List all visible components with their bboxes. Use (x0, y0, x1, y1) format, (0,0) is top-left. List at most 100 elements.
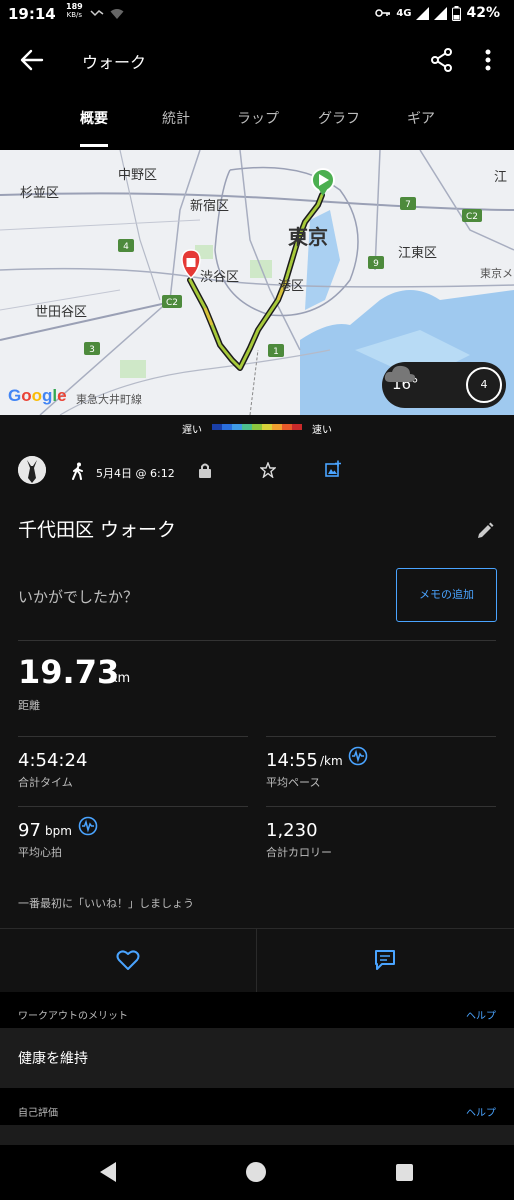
avg-hr-label: 平均心拍 (18, 846, 62, 859)
route-badge-c2: C2 (162, 295, 182, 308)
app-bar: ウォーク (0, 30, 514, 90)
map-label-tokyo: 東京 (288, 225, 328, 249)
route-badge-7: 7 (400, 197, 416, 210)
tab-active-indicator (80, 144, 108, 147)
more-vert-icon[interactable] (478, 46, 498, 74)
benefit-value: 健康を維持 (18, 1051, 88, 1067)
divider (266, 736, 496, 737)
legend-swatch (272, 424, 282, 430)
tab-gear[interactable]: ギア (407, 108, 435, 128)
legend-swatch (262, 424, 272, 430)
wind-gauge: 4 (466, 367, 502, 403)
page-title: ウォーク (82, 53, 147, 72)
self-eval-help-link[interactable]: ヘルプ (466, 1104, 496, 1119)
share-icon[interactable] (428, 46, 456, 74)
section-header-benefit: ワークアウトのメリット ヘルプ (0, 992, 514, 1028)
legend-slow-label: 遅い (182, 425, 202, 436)
map-label-shibuya: 渋谷区 (200, 270, 240, 285)
legend-color-bar (212, 424, 302, 430)
pencil-icon[interactable] (476, 522, 494, 540)
status-time: 19:14 (8, 5, 56, 23)
key-icon (375, 9, 391, 17)
svg-text:1: 1 (273, 347, 279, 357)
self-eval-row[interactable] (0, 1125, 514, 1145)
tab-graph[interactable]: グラフ (318, 108, 360, 128)
cloud-icon (384, 365, 416, 382)
map-label-nakano: 中野区 (118, 168, 158, 183)
divider (18, 806, 248, 807)
activity-date: 5月4日 @ 6:12 (96, 467, 175, 480)
route-badge-1: 1 (268, 344, 284, 357)
tab-laps[interactable]: ラップ (237, 108, 279, 128)
distance-unit: km (110, 671, 131, 686)
legend-swatch (292, 424, 302, 430)
svg-text:4: 4 (123, 242, 129, 252)
lock-icon[interactable] (198, 462, 212, 478)
tab-bar: 概要 統計 ラップ グラフ ギア (0, 90, 514, 148)
legend-swatch (242, 424, 252, 430)
social-actions (0, 928, 514, 993)
google-logo: Google (8, 386, 67, 405)
map-label-tokyu: 東急大井町線 (76, 393, 142, 406)
avatar[interactable] (18, 456, 46, 484)
svg-text:9: 9 (373, 259, 379, 269)
route-map[interactable]: 4 C2 3 1 7 9 C2 中野区 杉並区 新宿区 渋谷区 世田谷区 東京 … (0, 150, 514, 415)
nav-back-icon[interactable] (98, 1161, 118, 1183)
map-label-setagaya: 世田谷区 (35, 305, 88, 320)
insight-pace-icon[interactable] (348, 746, 368, 766)
status-bar: 19:14 189 KB/s 4G 42% (0, 0, 514, 30)
heart-icon[interactable] (116, 949, 140, 971)
calories-value: 1,230 (266, 820, 318, 841)
activity-summary: 5月4日 @ 6:12 千代田区 ウォーク いかがでしたか？ メモの追加 19.… (0, 438, 514, 928)
network-type: 4G (396, 7, 412, 19)
svg-text:3: 3 (89, 345, 95, 355)
svg-text:C2: C2 (466, 212, 478, 222)
total-time-label: 合計タイム (18, 776, 73, 789)
nav-home-icon[interactable] (246, 1162, 266, 1182)
star-icon[interactable] (260, 462, 276, 478)
nav-recent-icon[interactable] (396, 1164, 413, 1181)
map-label-koto-partial: 江 (494, 170, 508, 185)
distance-value: 19.73 (18, 653, 120, 691)
signal-icon (416, 6, 430, 20)
insight-hr-icon[interactable] (78, 816, 98, 836)
benefit-help-link[interactable]: ヘルプ (466, 1007, 496, 1022)
weather-widget[interactable]: 16° 4 (382, 362, 506, 408)
walk-icon (72, 462, 83, 480)
comment-icon[interactable] (374, 949, 396, 971)
route-badge-c2-east: C2 (462, 209, 482, 222)
network-speed: 189 KB/s (66, 2, 83, 20)
map-label-tokyo-me: 東京メ (480, 267, 513, 280)
benefit-row[interactable]: 健康を維持 (0, 1028, 514, 1088)
tab-stats[interactable]: 統計 (162, 108, 190, 128)
network-speed-value: 189 (66, 2, 83, 11)
divider (18, 736, 248, 737)
map-label-suginami: 杉並区 (20, 186, 60, 201)
map-label-koto: 江東区 (398, 246, 438, 261)
battery-percent: 42% (466, 5, 500, 21)
network-speed-unit: KB/s (66, 11, 83, 19)
route-badge-9: 9 (368, 256, 384, 269)
arrow-left-icon[interactable] (18, 46, 46, 74)
route-badge-3: 3 (84, 342, 100, 355)
battery-icon (452, 5, 462, 21)
svg-text:C2: C2 (166, 298, 178, 308)
activity-title: 千代田区 ウォーク (18, 519, 177, 541)
tab-overview[interactable]: 概要 (80, 108, 108, 128)
wifi-icon (110, 9, 124, 19)
divider (256, 929, 257, 993)
legend-swatch (222, 424, 232, 430)
avg-hr-value: 97 (18, 820, 41, 841)
self-eval-section-title: 自己評価 (18, 1108, 58, 1119)
map-label-shinjuku: 新宿区 (190, 199, 230, 214)
route-badge-4: 4 (118, 239, 134, 252)
add-memo-button[interactable]: メモの追加 (396, 568, 497, 622)
avg-pace-value: 14:55 (266, 750, 318, 771)
system-nav-bar (0, 1145, 514, 1200)
avg-pace-unit: /km (320, 754, 343, 768)
distance-label: 距離 (18, 699, 40, 712)
legend-swatch (212, 424, 222, 430)
add-photo-icon[interactable] (324, 460, 342, 478)
avg-hr-unit: bpm (45, 824, 72, 838)
avg-pace-label: 平均ペース (266, 776, 321, 789)
